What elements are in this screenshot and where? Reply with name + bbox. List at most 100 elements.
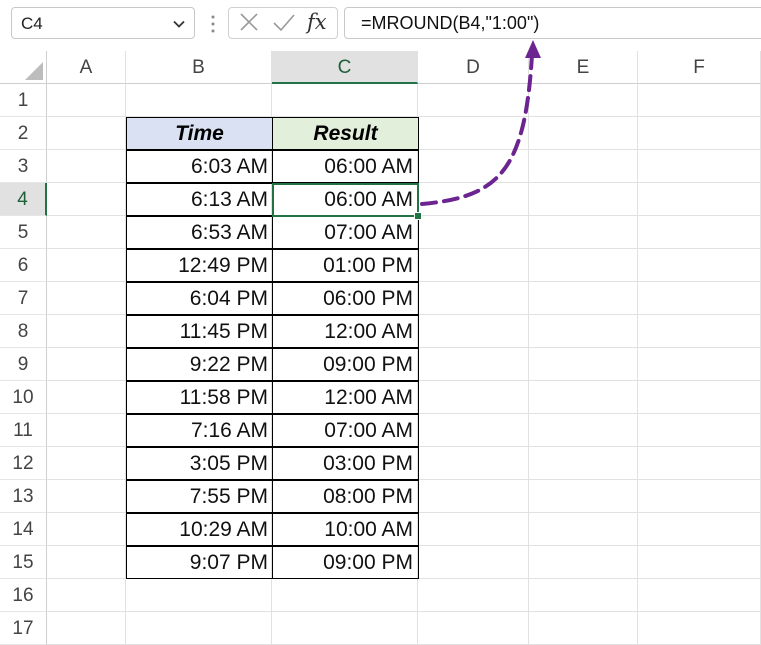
cell-a13[interactable] xyxy=(47,480,126,513)
time-cell[interactable]: 7:55 PM xyxy=(126,480,273,513)
column-header-a[interactable]: A xyxy=(47,51,126,84)
cell-a7[interactable] xyxy=(47,282,126,315)
result-cell[interactable]: 07:00 AM xyxy=(272,414,419,447)
time-cell[interactable]: 7:16 AM xyxy=(126,414,273,447)
cell-a16[interactable] xyxy=(47,579,126,612)
cell-e16[interactable] xyxy=(529,579,638,612)
header-time[interactable]: Time xyxy=(126,117,273,150)
cell-d13[interactable] xyxy=(418,480,529,513)
time-cell[interactable]: 3:05 PM xyxy=(126,447,273,480)
select-all-button[interactable] xyxy=(0,51,47,84)
cell-b1[interactable] xyxy=(126,84,272,117)
cell-e2[interactable] xyxy=(529,117,638,150)
row-header-15[interactable]: 15 xyxy=(0,546,47,579)
cell-a6[interactable] xyxy=(47,249,126,282)
cell-d10[interactable] xyxy=(418,381,529,414)
cell-a2[interactable] xyxy=(47,117,126,150)
cell-f6[interactable] xyxy=(638,249,761,282)
cell-d5[interactable] xyxy=(418,216,529,249)
cell-e8[interactable] xyxy=(529,315,638,348)
row-header-16[interactable]: 16 xyxy=(0,579,47,612)
row-header-12[interactable]: 12 xyxy=(0,447,47,480)
cell-a12[interactable] xyxy=(47,447,126,480)
cell-a8[interactable] xyxy=(47,315,126,348)
fill-handle[interactable] xyxy=(414,212,422,220)
cell-b17[interactable] xyxy=(126,612,272,645)
cell-d11[interactable] xyxy=(418,414,529,447)
cell-e17[interactable] xyxy=(529,612,638,645)
cell-a9[interactable] xyxy=(47,348,126,381)
cell-e5[interactable] xyxy=(529,216,638,249)
row-header-9[interactable]: 9 xyxy=(0,348,47,381)
result-cell[interactable]: 01:00 PM xyxy=(272,249,419,282)
cell-d12[interactable] xyxy=(418,447,529,480)
cell-e15[interactable] xyxy=(529,546,638,579)
cell-e1[interactable] xyxy=(529,84,638,117)
enter-icon[interactable] xyxy=(271,8,297,38)
cell-f4[interactable] xyxy=(638,183,761,216)
cell-b16[interactable] xyxy=(126,579,272,612)
time-cell[interactable]: 10:29 AM xyxy=(126,513,273,546)
cell-d2[interactable] xyxy=(418,117,529,150)
row-header-8[interactable]: 8 xyxy=(0,315,47,348)
row-header-7[interactable]: 7 xyxy=(0,282,47,315)
cell-d4[interactable] xyxy=(418,183,529,216)
cell-f16[interactable] xyxy=(638,579,761,612)
cell-e9[interactable] xyxy=(529,348,638,381)
cell-a3[interactable] xyxy=(47,150,126,183)
row-header-6[interactable]: 6 xyxy=(0,249,47,282)
cell-f17[interactable] xyxy=(638,612,761,645)
time-cell[interactable]: 11:45 PM xyxy=(126,315,273,348)
row-header-17[interactable]: 17 xyxy=(0,612,47,645)
result-cell[interactable]: 09:00 PM xyxy=(272,546,419,579)
result-cell[interactable]: 03:00 PM xyxy=(272,447,419,480)
result-cell[interactable]: 08:00 PM xyxy=(272,480,419,513)
cell-e7[interactable] xyxy=(529,282,638,315)
cell-f9[interactable] xyxy=(638,348,761,381)
cell-f5[interactable] xyxy=(638,216,761,249)
column-header-c[interactable]: C xyxy=(272,51,418,84)
result-cell[interactable]: 12:00 AM xyxy=(272,381,419,414)
cell-e10[interactable] xyxy=(529,381,638,414)
cell-d6[interactable] xyxy=(418,249,529,282)
cell-e6[interactable] xyxy=(529,249,638,282)
cell-e11[interactable] xyxy=(529,414,638,447)
result-cell[interactable]: 07:00 AM xyxy=(272,216,419,249)
cell-e14[interactable] xyxy=(529,513,638,546)
cell-f10[interactable] xyxy=(638,381,761,414)
time-cell[interactable]: 6:53 AM xyxy=(126,216,273,249)
time-cell[interactable]: 6:03 AM xyxy=(126,150,273,183)
cell-d8[interactable] xyxy=(418,315,529,348)
row-header-1[interactable]: 1 xyxy=(0,84,47,117)
time-cell[interactable]: 9:07 PM xyxy=(126,546,273,579)
column-header-f[interactable]: F xyxy=(638,51,761,84)
cell-f15[interactable] xyxy=(638,546,761,579)
cell-d1[interactable] xyxy=(418,84,529,117)
cell-c17[interactable] xyxy=(272,612,418,645)
cell-c16[interactable] xyxy=(272,579,418,612)
time-cell[interactable]: 9:22 PM xyxy=(126,348,273,381)
cell-f1[interactable] xyxy=(638,84,761,117)
column-header-d[interactable]: D xyxy=(418,51,529,84)
time-cell[interactable]: 6:04 PM xyxy=(126,282,273,315)
time-cell[interactable]: 12:49 PM xyxy=(126,249,273,282)
header-result[interactable]: Result xyxy=(272,117,419,150)
cell-d16[interactable] xyxy=(418,579,529,612)
time-cell[interactable]: 11:58 PM xyxy=(126,381,273,414)
row-header-14[interactable]: 14 xyxy=(0,513,47,546)
cell-f14[interactable] xyxy=(638,513,761,546)
formula-input[interactable]: =MROUND(B4,"1:00") xyxy=(344,7,761,39)
row-header-10[interactable]: 10 xyxy=(0,381,47,414)
cell-d15[interactable] xyxy=(418,546,529,579)
row-header-13[interactable]: 13 xyxy=(0,480,47,513)
function-icon[interactable]: fx xyxy=(307,8,333,38)
cell-f3[interactable] xyxy=(638,150,761,183)
chevron-down-icon[interactable] xyxy=(172,17,186,31)
cell-e4[interactable] xyxy=(529,183,638,216)
worksheet-grid[interactable]: ABCDEF 1 2 3 4 5 6 7 8 9 10 11 12 13 14 15 16 17 Time Res… xyxy=(0,51,761,645)
result-cell[interactable]: 06:00 AM xyxy=(272,150,419,183)
cell-f11[interactable] xyxy=(638,414,761,447)
cell-f8[interactable] xyxy=(638,315,761,348)
cell-d7[interactable] xyxy=(418,282,529,315)
cell-e3[interactable] xyxy=(529,150,638,183)
